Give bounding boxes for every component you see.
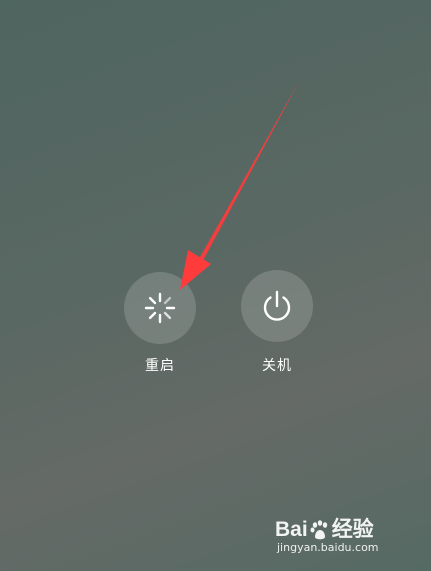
paw-icon (310, 520, 327, 540)
watermark-logo-right: 经验 (331, 518, 374, 541)
watermark-logo: Bai 经验 (275, 513, 374, 543)
power-icon (263, 290, 291, 321)
power-menu-screen: 重启 关机 Bai 经验 jingyan.baidu.com (0, 0, 431, 571)
shutdown-button[interactable] (241, 270, 313, 342)
reboot-button[interactable] (124, 272, 196, 344)
watermark-logo-left: Bai (275, 518, 308, 541)
reboot-label: 重启 (145, 358, 175, 374)
shutdown-label: 关机 (262, 358, 292, 374)
baidu-jingyan-watermark: Bai 经验 jingyan.baidu.com (275, 513, 407, 557)
spinner-icon (144, 292, 176, 324)
red-arrow-annotation (180, 80, 300, 290)
watermark-site: jingyan.baidu.com (277, 541, 379, 554)
